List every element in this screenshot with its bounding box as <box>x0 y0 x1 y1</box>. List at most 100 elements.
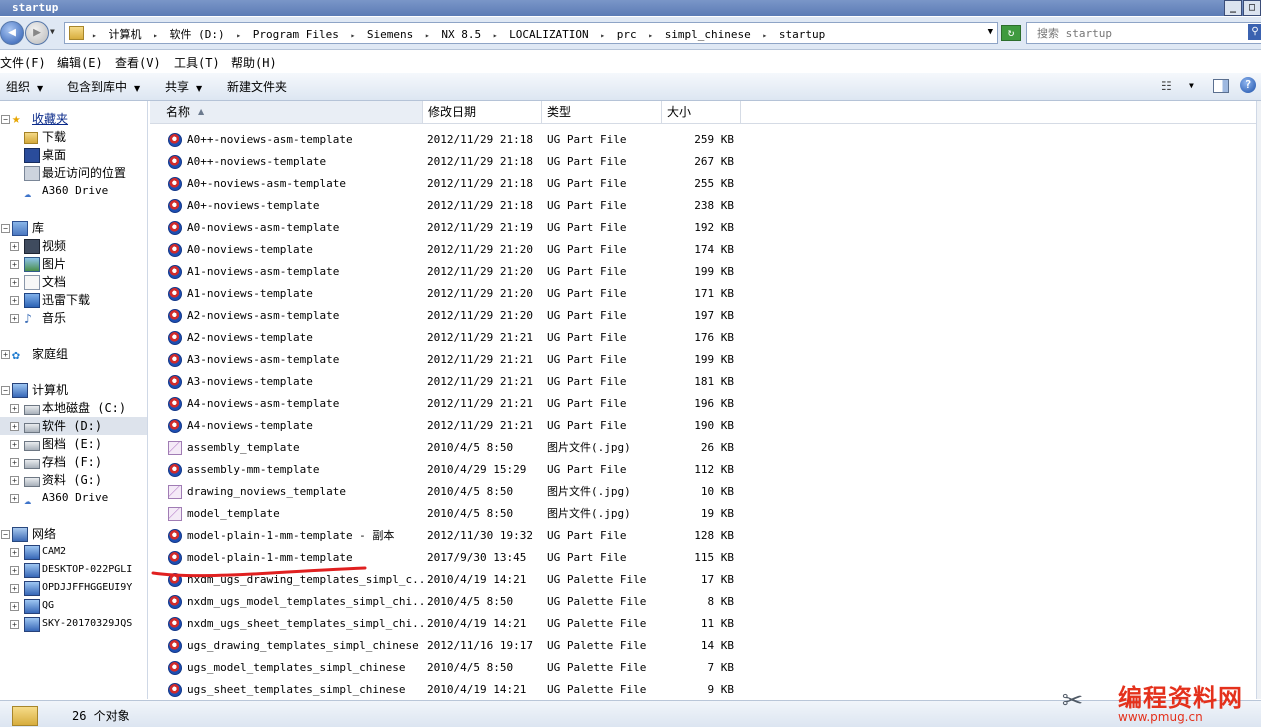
breadcrumb-localization[interactable]: LOCALIZATION <box>509 28 588 41</box>
refresh-icon[interactable]: ↻ <box>1001 25 1021 41</box>
file-row[interactable]: A4-noviews-template 2012/11/29 21:21 UG Pa… <box>150 415 750 437</box>
nav-item-desktop-022pgli[interactable]: + DESKTOP-022PGLI <box>0 561 147 579</box>
expand-icon[interactable]: + <box>10 260 19 269</box>
help-icon[interactable]: ? <box>1240 77 1256 93</box>
expand-icon[interactable]: + <box>10 584 19 593</box>
include-in-library-button[interactable]: 包含到库中 ▼ <box>67 78 140 95</box>
file-row[interactable]: A1-noviews-template 2012/11/29 21:20 UG Pa… <box>150 283 750 305</box>
file-row[interactable]: A0-noviews-asm-template 2012/11/29 21:19 U… <box>150 217 750 239</box>
nav-item-a360-drive[interactable]: ☁ A360 Drive <box>0 182 147 200</box>
expand-icon[interactable]: + <box>10 278 19 287</box>
organize-button[interactable]: 组织 ▼ <box>6 78 43 95</box>
breadcrumb-siemens[interactable]: Siemens <box>367 28 413 41</box>
nav-item-drive-f[interactable]: + 存档 (F:) <box>0 453 147 471</box>
collapse-icon[interactable]: − <box>1 530 10 539</box>
column-header-date[interactable]: 修改日期 <box>423 101 542 123</box>
file-row[interactable]: ugs_drawing_templates_simpl_chinese 2012/… <box>150 635 750 657</box>
recent-pages-dropdown-icon[interactable]: ▼ <box>50 27 55 36</box>
file-row[interactable]: assembly-mm-template 2010/4/29 15:29 UG Pa… <box>150 459 750 481</box>
file-row[interactable]: drawing_noviews_template 2010/4/5 8:50 图片文… <box>150 481 750 503</box>
menu-help[interactable]: 帮助(H) <box>231 54 277 71</box>
nav-item-drive-c[interactable]: + 本地磁盘 (C:) <box>0 399 147 417</box>
breadcrumb-simpl-chinese[interactable]: simpl_chinese <box>665 28 751 41</box>
expand-icon[interactable]: + <box>1 350 10 359</box>
preview-pane-icon[interactable] <box>1213 79 1229 93</box>
column-header-size[interactable]: 大小 <box>662 101 741 123</box>
nav-item-drive-g[interactable]: + 资料 (G:) <box>0 471 147 489</box>
expand-icon[interactable]: + <box>10 242 19 251</box>
chevron-right-icon[interactable]: ▸ <box>92 31 97 40</box>
file-row[interactable]: ugs_model_templates_simpl_chinese 2010/4/… <box>150 657 750 679</box>
file-row[interactable]: A0+-noviews-template 2012/11/29 21:18 UG P… <box>150 195 750 217</box>
file-row[interactable]: ugs_sheet_templates_simpl_chinese 2010/4/… <box>150 679 750 701</box>
vertical-scrollbar[interactable] <box>1256 101 1261 699</box>
expand-icon[interactable]: + <box>10 296 19 305</box>
menu-tools[interactable]: 工具(T) <box>174 54 220 71</box>
search-icon[interactable]: ⚲ <box>1248 24 1261 40</box>
nav-item-recent-places[interactable]: 最近访问的位置 <box>0 164 147 182</box>
collapse-icon[interactable]: − <box>1 386 10 395</box>
file-row[interactable]: model-plain-1-mm-template - 副本 2012/11/30… <box>150 525 750 547</box>
breadcrumb-drive-d[interactable]: 软件 (D:) <box>170 28 225 41</box>
expand-icon[interactable]: + <box>10 494 19 503</box>
file-row[interactable]: A3-noviews-template 2012/11/29 21:21 UG Pa… <box>150 371 750 393</box>
menu-file[interactable]: 文件(F) <box>0 54 46 71</box>
nav-item-desktop[interactable]: 桌面 <box>0 146 147 164</box>
expand-icon[interactable]: + <box>10 422 19 431</box>
nav-item-cam2[interactable]: + CAM2 <box>0 543 147 561</box>
collapse-icon[interactable]: − <box>1 224 10 233</box>
nav-item-downloads[interactable]: 下载 <box>0 128 147 146</box>
expand-icon[interactable]: + <box>10 458 19 467</box>
expand-icon[interactable]: + <box>10 620 19 629</box>
nav-favorites[interactable]: − ★ 收藏夹 <box>0 110 147 128</box>
nav-item-qg[interactable]: + QG <box>0 597 147 615</box>
chevron-right-icon[interactable]: ▸ <box>425 31 430 40</box>
address-dropdown-icon[interactable]: ▼ <box>988 27 993 37</box>
file-row[interactable]: nxdm_ugs_model_templates_simpl_chi... 201… <box>150 591 750 613</box>
chevron-right-icon[interactable]: ▸ <box>236 31 241 40</box>
file-row[interactable]: A0-noviews-template 2012/11/29 21:20 UG Pa… <box>150 239 750 261</box>
column-header-type[interactable]: 类型 <box>542 101 662 123</box>
nav-item-drive-d[interactable]: + 软件 (D:) <box>0 417 147 435</box>
file-row[interactable]: model_template 2010/4/5 8:50 图片文件(.jpg) 19 … <box>150 503 750 525</box>
minimize-button[interactable]: _ <box>1224 0 1242 16</box>
nav-item-drive-e[interactable]: + 图档 (E:) <box>0 435 147 453</box>
nav-item-videos[interactable]: + 视频 <box>0 237 147 255</box>
file-row[interactable]: A4-noviews-asm-template 2012/11/29 21:21 U… <box>150 393 750 415</box>
chevron-right-icon[interactable]: ▸ <box>153 31 158 40</box>
file-row[interactable]: nxdm_ugs_sheet_templates_simpl_chi... 201… <box>150 613 750 635</box>
file-row[interactable]: A0++-noviews-template 2012/11/29 21:18 UG … <box>150 151 750 173</box>
nav-network[interactable]: − 网络 <box>0 525 147 543</box>
menu-edit[interactable]: 编辑(E) <box>57 54 103 71</box>
expand-icon[interactable]: + <box>10 476 19 485</box>
nav-item-documents[interactable]: + 文档 <box>0 273 147 291</box>
expand-icon[interactable]: + <box>10 566 19 575</box>
chevron-right-icon[interactable]: ▸ <box>600 31 605 40</box>
nav-item-music[interactable]: + ♪ 音乐 <box>0 309 147 327</box>
file-row[interactable]: A1-noviews-asm-template 2012/11/29 21:20 U… <box>150 261 750 283</box>
collapse-icon[interactable]: − <box>1 115 10 124</box>
nav-item-opdjjffhggeui9y[interactable]: + OPDJJFFHGGEUI9Y <box>0 579 147 597</box>
nav-libraries[interactable]: − 库 <box>0 219 147 237</box>
search-box[interactable]: ⚲ <box>1026 22 1261 44</box>
column-header-name[interactable]: ▲ 名称 <box>150 101 423 123</box>
maximize-button[interactable]: □ <box>1243 0 1261 16</box>
search-input[interactable] <box>1035 25 1249 41</box>
address-bar[interactable]: ▸ 计算机 ▸ 软件 (D:) ▸ Program Files ▸ Siemen… <box>64 22 998 44</box>
share-button[interactable]: 共享 ▼ <box>165 78 202 95</box>
forward-button[interactable]: ▶ <box>25 21 49 45</box>
expand-icon[interactable]: + <box>10 548 19 557</box>
nav-item-a360-drive-computer[interactable]: + ☁ A360 Drive <box>0 489 147 507</box>
expand-icon[interactable]: + <box>10 440 19 449</box>
expand-icon[interactable]: + <box>10 314 19 323</box>
chevron-right-icon[interactable]: ▸ <box>762 31 767 40</box>
expand-icon[interactable]: + <box>10 404 19 413</box>
file-row[interactable]: A2-noviews-template 2012/11/29 21:21 UG Pa… <box>150 327 750 349</box>
nav-computer[interactable]: − 计算机 <box>0 381 147 399</box>
breadcrumb-nx85[interactable]: NX 8.5 <box>441 28 481 41</box>
file-row[interactable]: assembly_template 2010/4/5 8:50 图片文件(.jpg)… <box>150 437 750 459</box>
nav-item-pictures[interactable]: + 图片 <box>0 255 147 273</box>
file-row[interactable]: A2-noviews-asm-template 2012/11/29 21:20 U… <box>150 305 750 327</box>
file-row[interactable]: A0+-noviews-asm-template 2012/11/29 21:18… <box>150 173 750 195</box>
chevron-right-icon[interactable]: ▸ <box>350 31 355 40</box>
